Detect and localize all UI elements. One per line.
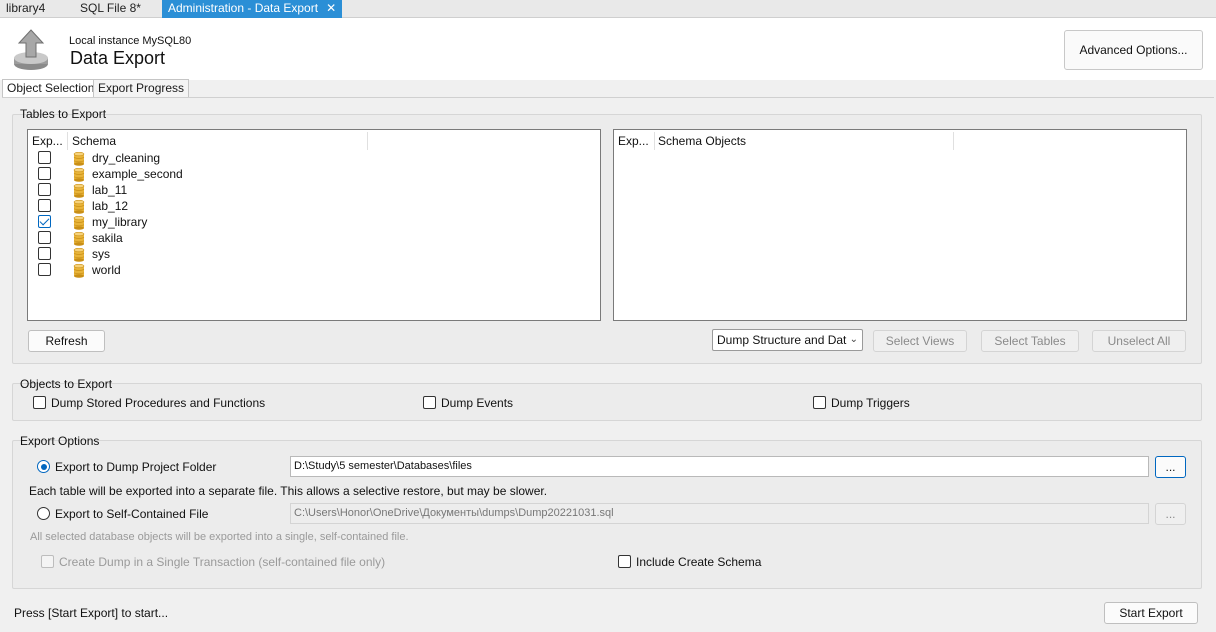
column-header-schema[interactable]: Schema xyxy=(72,134,116,148)
column-divider xyxy=(367,132,368,150)
schema-export-checkbox[interactable] xyxy=(38,247,51,260)
tab-export-progress[interactable]: Export Progress xyxy=(93,79,190,98)
schema-name: sakila xyxy=(92,231,123,245)
group-label: Export Options xyxy=(20,434,100,448)
schema-row[interactable]: my_library xyxy=(28,215,600,231)
include-create-schema-label: Include Create Schema xyxy=(636,555,762,569)
schema-name: my_library xyxy=(92,215,148,229)
tab-data-export[interactable]: Administration - Data Export ✕ xyxy=(162,0,343,18)
export-folder-label: Export to Dump Project Folder xyxy=(55,460,217,474)
page-header: Local instance MySQL80 Data Export Advan… xyxy=(0,18,1216,80)
refresh-button[interactable]: Refresh xyxy=(28,330,105,352)
dump-type-select[interactable]: Dump Structure and Dat ⌄ xyxy=(712,329,863,351)
start-export-button[interactable]: Start Export xyxy=(1104,602,1198,624)
group-label: Tables to Export xyxy=(20,107,107,121)
schema-export-checkbox[interactable] xyxy=(38,263,51,276)
browse-file-button[interactable]: ... xyxy=(1155,503,1186,525)
advanced-options-button[interactable]: Advanced Options... xyxy=(1064,30,1203,70)
dump-type-value: Dump Structure and Dat xyxy=(717,333,847,347)
schema-export-checkbox[interactable] xyxy=(38,215,51,228)
database-icon xyxy=(73,200,85,214)
export-folder-radio[interactable] xyxy=(37,460,50,473)
export-icon xyxy=(14,29,48,70)
database-icon xyxy=(73,248,85,262)
schema-row[interactable]: example_second xyxy=(28,167,600,183)
schema-row[interactable]: lab_11 xyxy=(28,183,600,199)
database-icon xyxy=(73,168,85,182)
schema-row[interactable]: dry_cleaning xyxy=(28,151,600,167)
schema-export-checkbox[interactable] xyxy=(38,199,51,212)
document-tab-strip: library4 SQL File 8* Administration - Da… xyxy=(0,0,1216,18)
dump-events-checkbox[interactable] xyxy=(423,396,436,409)
schema-name: lab_12 xyxy=(92,199,129,213)
schema-export-checkbox[interactable] xyxy=(38,167,51,180)
dump-events-label: Dump Events xyxy=(441,396,514,410)
column-divider xyxy=(654,132,655,150)
unselect-all-button[interactable]: Unselect All xyxy=(1092,330,1186,352)
schema-objects-list[interactable]: Exp... Schema Objects xyxy=(613,129,1187,321)
schema-name: lab_11 xyxy=(92,183,128,197)
column-header-schema-objects[interactable]: Schema Objects xyxy=(658,134,746,148)
column-header-export[interactable]: Exp... xyxy=(32,134,63,148)
schema-export-checkbox[interactable] xyxy=(38,151,51,164)
select-tables-button[interactable]: Select Tables xyxy=(981,330,1079,352)
dump-procedures-label: Dump Stored Procedures and Functions xyxy=(51,396,266,410)
tab-object-selection[interactable]: Object Selection xyxy=(2,79,100,99)
tab-sql-file-8[interactable]: SQL File 8* xyxy=(74,0,141,18)
column-divider xyxy=(953,132,954,150)
export-file-radio[interactable] xyxy=(37,507,50,520)
schema-row[interactable]: lab_12 xyxy=(28,199,600,215)
schema-list[interactable]: Exp... Schema dry_cleaning example_second… xyxy=(27,129,601,321)
column-header-export[interactable]: Exp... xyxy=(618,134,649,148)
browse-folder-button[interactable]: ... xyxy=(1155,456,1186,478)
close-icon[interactable]: ✕ xyxy=(326,0,336,17)
file-hint: All selected database objects will be ex… xyxy=(30,531,409,543)
folder-path-input[interactable]: D:\Study\5 semester\Databases\files xyxy=(290,456,1149,477)
tab-label: SQL File 8* xyxy=(80,1,141,15)
tab-library4[interactable]: library4 xyxy=(0,0,45,18)
dump-procedures-checkbox[interactable] xyxy=(33,396,46,409)
folder-hint: Each table will be exported into a separ… xyxy=(29,484,548,498)
database-icon xyxy=(73,184,85,198)
schema-name: world xyxy=(92,263,121,277)
group-label: Objects to Export xyxy=(20,377,113,391)
column-divider xyxy=(67,132,68,150)
single-transaction-label: Create Dump in a Single Transaction (sel… xyxy=(59,555,386,569)
include-create-schema-checkbox[interactable] xyxy=(618,555,631,568)
file-path-input[interactable]: C:\Users\Honor\OneDrive\Документы\dumps\… xyxy=(290,503,1149,524)
dump-triggers-label: Dump Triggers xyxy=(831,396,910,410)
status-text: Press [Start Export] to start... xyxy=(14,606,169,620)
single-transaction-checkbox[interactable] xyxy=(41,555,54,568)
schema-row[interactable]: sys xyxy=(28,247,600,263)
schema-name: sys xyxy=(92,247,110,261)
database-icon xyxy=(73,152,85,166)
dump-triggers-checkbox[interactable] xyxy=(813,396,826,409)
chevron-down-icon: ⌄ xyxy=(849,334,858,345)
tab-label: library4 xyxy=(6,1,46,15)
page-title: Data Export xyxy=(70,48,166,68)
schema-name: dry_cleaning xyxy=(92,151,161,165)
schema-export-checkbox[interactable] xyxy=(38,231,51,244)
schema-export-checkbox[interactable] xyxy=(38,183,51,196)
select-views-button[interactable]: Select Views xyxy=(873,330,967,352)
schema-row[interactable]: sakila xyxy=(28,231,600,247)
schema-row[interactable]: world xyxy=(28,263,600,279)
export-file-label: Export to Self-Contained File xyxy=(55,507,209,521)
schema-name: example_second xyxy=(92,167,183,181)
database-icon xyxy=(73,232,85,246)
tab-label: Administration - Data Export xyxy=(168,1,319,15)
database-icon xyxy=(73,264,85,278)
instance-name: Local instance MySQL80 xyxy=(69,35,192,47)
database-icon xyxy=(73,216,85,230)
